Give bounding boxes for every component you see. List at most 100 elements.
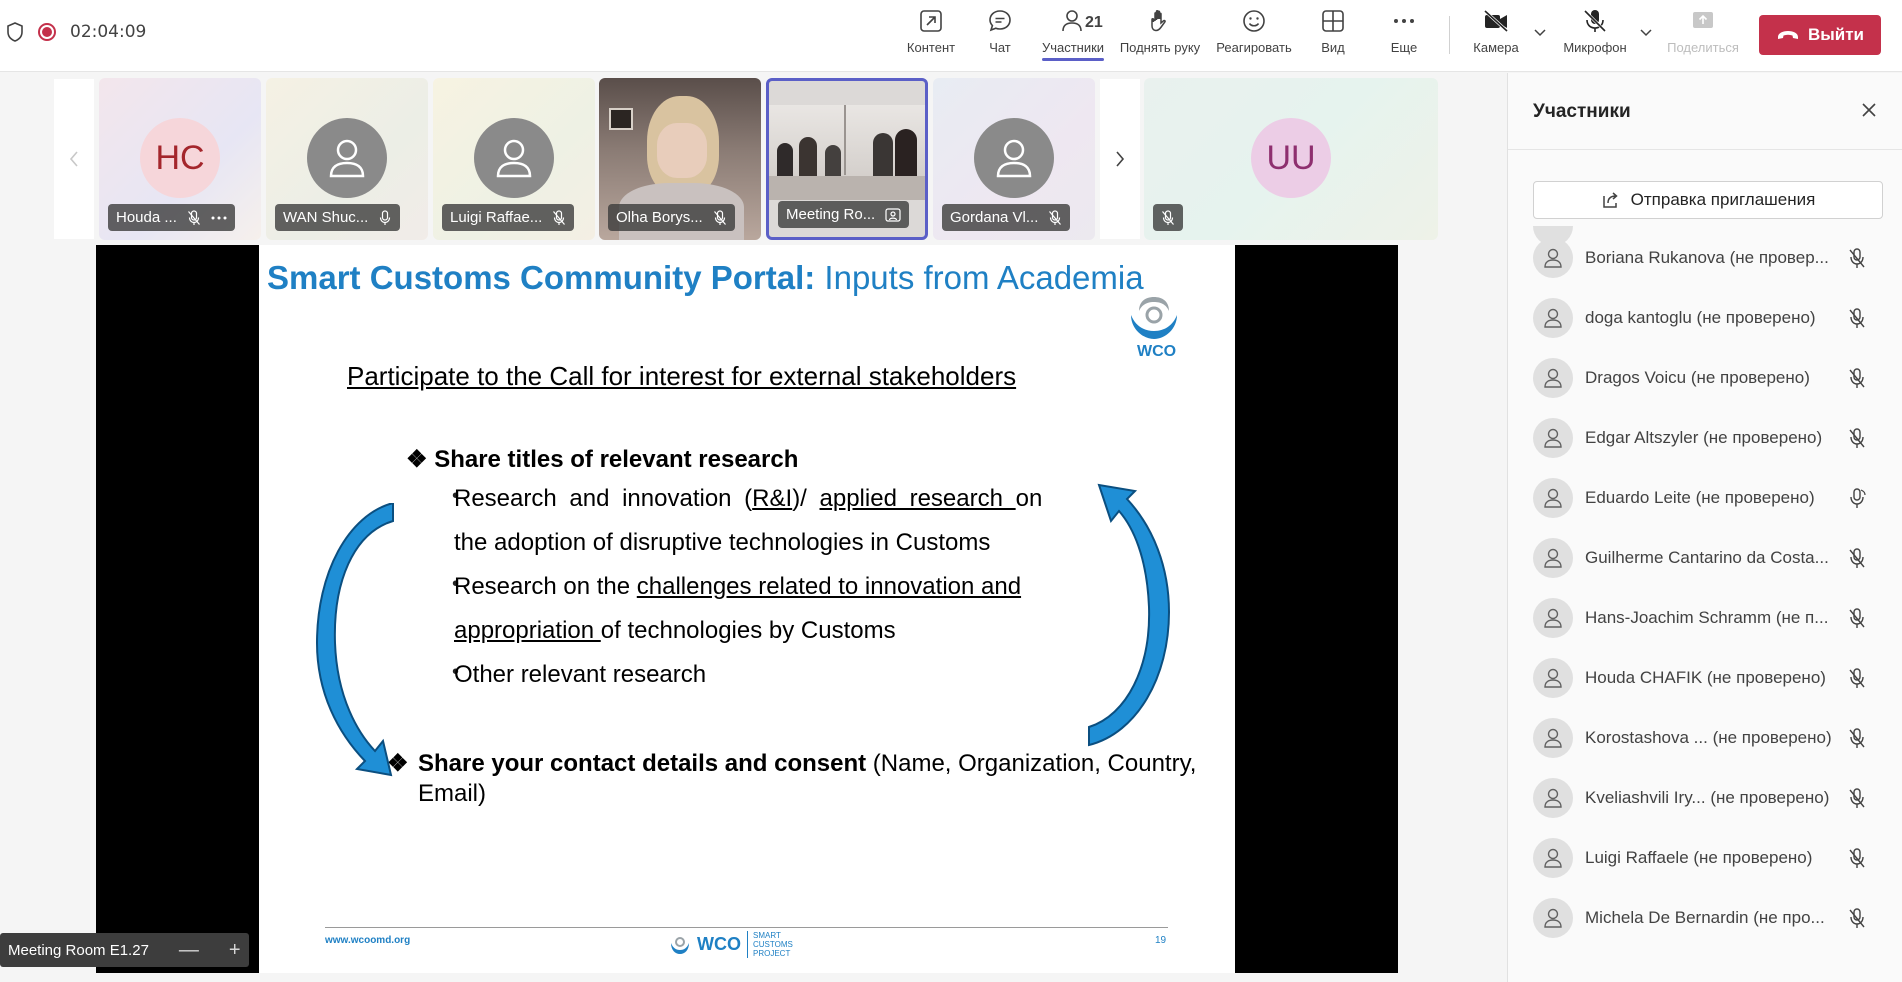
- avatar: [307, 118, 387, 198]
- raise-hand-label: Поднять руку: [1119, 40, 1201, 55]
- list-item[interactable]: Houda CHAFIK (не проверено): [1533, 656, 1883, 700]
- camera-options-chevron-icon[interactable]: [1533, 26, 1547, 40]
- mic-off-icon: [1849, 308, 1865, 328]
- avatar-initials: UU: [1266, 138, 1316, 177]
- person-icon: [1544, 788, 1562, 808]
- camera-off-icon: [1483, 9, 1509, 33]
- avatar: [1533, 898, 1573, 938]
- slide-title-bold: Smart Customs Community Portal:: [267, 259, 816, 296]
- share-content-icon: [920, 10, 942, 32]
- send-invite-label: Отправка приглашения: [1630, 190, 1816, 209]
- avatar: [1533, 598, 1573, 638]
- video-tile[interactable]: WAN Shuc...: [266, 78, 428, 240]
- footer-logo-text: WCO: [697, 934, 741, 954]
- slide-subtitle: Participate to the Call for interest for…: [347, 361, 1017, 391]
- list-item[interactable]: Korostashova ... (не проверено): [1533, 716, 1883, 760]
- participant-name: Luigi Raffae...: [450, 209, 543, 226]
- video-tile[interactable]: Olha Borys...: [599, 78, 761, 240]
- leave-button[interactable]: Выйти: [1759, 15, 1881, 55]
- list-item[interactable]: Edgar Altszyler (не проверено): [1533, 416, 1883, 460]
- participants-list[interactable]: Boriana Rukanova (не провер... doga kanto…: [1508, 226, 1902, 982]
- list-item[interactable]: Michela De Bernardin (не про...: [1533, 896, 1883, 940]
- list-item[interactable]: Kveliashvili Iry... (не проверено): [1533, 776, 1883, 820]
- list-item[interactable]: Guilherme Cantarino da Costa...: [1533, 536, 1883, 580]
- participants-button[interactable]: 21 Участники: [1028, 8, 1118, 61]
- toolbar-left: 02:04:09: [6, 22, 146, 42]
- mic-off-icon: [713, 209, 726, 225]
- person-icon: [1544, 248, 1562, 268]
- more-button[interactable]: Еще: [1359, 8, 1449, 55]
- avatar: HC: [140, 118, 220, 198]
- zoom-out-button[interactable]: —: [179, 939, 199, 962]
- camera-button[interactable]: Камера: [1451, 8, 1541, 55]
- share-label: Поделиться: [1667, 40, 1739, 55]
- person-icon: [1544, 548, 1562, 568]
- sub-bullet-continuation: the adoption of disruptive technologies …: [454, 529, 991, 556]
- grid-icon: [1322, 10, 1344, 32]
- camera-label: Камера: [1473, 40, 1519, 55]
- person-icon: [996, 139, 1032, 178]
- mic-off-icon: [1849, 428, 1865, 448]
- mic-options-chevron-icon[interactable]: [1639, 26, 1653, 40]
- participant-name: Houda CHAFIK (не проверено): [1585, 668, 1826, 687]
- strip-next-button[interactable]: [1100, 79, 1140, 239]
- participants-button-label: Участники: [1041, 40, 1105, 55]
- participant-nametag: Houda ...: [108, 204, 235, 231]
- list-item[interactable]: Boriana Rukanova (не провер...: [1533, 236, 1883, 280]
- avatar: [1533, 838, 1573, 878]
- sub-bullet: Research on the challenges related to in…: [454, 573, 1021, 601]
- send-invite-button[interactable]: Отправка приглашения: [1533, 181, 1883, 219]
- wco-logo: WCO: [1119, 295, 1189, 365]
- video-tile[interactable]: HC Houda ...: [99, 78, 261, 240]
- more-icon: [1394, 19, 1414, 23]
- wco-logo-icon: [671, 936, 689, 954]
- share-icon: [1602, 192, 1618, 208]
- participant-name: doga kantoglu (не проверено): [1585, 308, 1816, 327]
- video-tile[interactable]: UU: [1144, 78, 1438, 240]
- share-button[interactable]: Поделиться: [1658, 8, 1748, 55]
- list-item[interactable]: Eduardo Leite (не проверено): [1533, 476, 1883, 520]
- sub-bullet-text: )/: [792, 485, 820, 512]
- video-tile[interactable]: Meeting Ro...: [766, 78, 928, 240]
- avatar: [1533, 238, 1573, 278]
- participant-name: Edgar Altszyler (не проверено): [1585, 428, 1823, 447]
- shield-icon: [7, 22, 23, 42]
- avatar: [474, 118, 554, 198]
- video-tile[interactable]: Luigi Raffae...: [433, 78, 595, 240]
- avatar-initials: HC: [155, 138, 205, 177]
- cycle-arrow-right-icon: [1088, 483, 1171, 747]
- video-feed: [873, 133, 893, 179]
- room-nametag: Meeting Room E1.27 — +: [0, 933, 249, 967]
- list-item[interactable]: Dragos Voicu (не проверено): [1533, 356, 1883, 400]
- participant-nametag: Luigi Raffae...: [442, 204, 575, 231]
- more-label: Еще: [1390, 40, 1418, 55]
- share-screen-icon: [1693, 12, 1713, 28]
- participant-nametag: WAN Shuc...: [275, 204, 401, 231]
- slide-bullet: ❖ Share titles of relevant research: [406, 446, 799, 473]
- person-icon: [329, 139, 365, 178]
- person-icon: [1544, 608, 1562, 628]
- participant-name: Gordana Vl...: [950, 209, 1039, 226]
- participant-nametag: Gordana Vl...: [942, 204, 1071, 231]
- strip-prev-button[interactable]: [54, 79, 94, 239]
- chat-icon: [989, 10, 1011, 32]
- video-feed: [609, 108, 633, 130]
- hang-up-icon: [1777, 31, 1798, 39]
- zoom-in-button[interactable]: +: [229, 939, 241, 962]
- more-icon[interactable]: [211, 215, 227, 221]
- react-button[interactable]: Реагировать: [1209, 8, 1299, 55]
- slide-footer-url: www.wcoomd.org: [325, 935, 411, 946]
- person-icon: [1544, 908, 1562, 928]
- chevron-left-icon: [69, 151, 78, 167]
- mic-button[interactable]: Микрофон: [1550, 8, 1640, 55]
- list-item[interactable]: Hans-Joachim Schramm (не п...: [1533, 596, 1883, 640]
- participant-name: WAN Shuc...: [283, 209, 369, 226]
- list-item[interactable]: doga kantoglu (не проверено): [1533, 296, 1883, 340]
- shared-content[interactable]: Smart Customs Community Portal: Inputs f…: [96, 245, 1398, 973]
- raise-hand-button[interactable]: Поднять руку: [1115, 8, 1205, 55]
- video-tile[interactable]: Gordana Vl...: [933, 78, 1095, 240]
- list-item[interactable]: Luigi Raffaele (не проверено): [1533, 836, 1883, 880]
- wco-logo-icon: [1131, 297, 1177, 339]
- mic-off-icon: [553, 209, 566, 225]
- close-icon[interactable]: [1860, 101, 1878, 119]
